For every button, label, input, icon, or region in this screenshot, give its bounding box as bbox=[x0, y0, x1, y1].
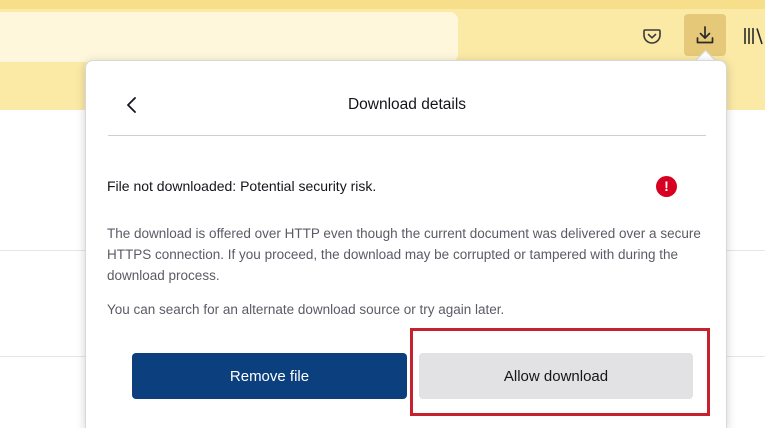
remove-file-button[interactable]: Remove file bbox=[132, 353, 407, 399]
library-icon bbox=[744, 28, 763, 45]
allow-download-button[interactable]: Allow download bbox=[419, 353, 693, 399]
warning-icon: ! bbox=[656, 176, 677, 197]
panel-title: Download details bbox=[347, 96, 467, 113]
tab-strip bbox=[0, 0, 765, 9]
back-button[interactable] bbox=[118, 91, 146, 119]
chevron-left-icon bbox=[127, 97, 136, 113]
panel-header: Download details bbox=[108, 83, 706, 136]
library-button[interactable] bbox=[742, 22, 765, 50]
download-arrow-icon bbox=[696, 26, 714, 44]
browser-window: Download details File not downloaded: Po… bbox=[0, 0, 765, 428]
download-details-panel: Download details File not downloaded: Po… bbox=[85, 60, 727, 428]
pocket-button[interactable] bbox=[638, 22, 666, 50]
url-bar[interactable] bbox=[0, 12, 458, 62]
warning-hint: You can search for an alternate download… bbox=[107, 302, 505, 317]
warning-heading: File not downloaded: Potential security … bbox=[107, 178, 377, 194]
pocket-icon bbox=[643, 29, 661, 44]
warning-description: The download is offered over HTTP even t… bbox=[107, 226, 701, 283]
